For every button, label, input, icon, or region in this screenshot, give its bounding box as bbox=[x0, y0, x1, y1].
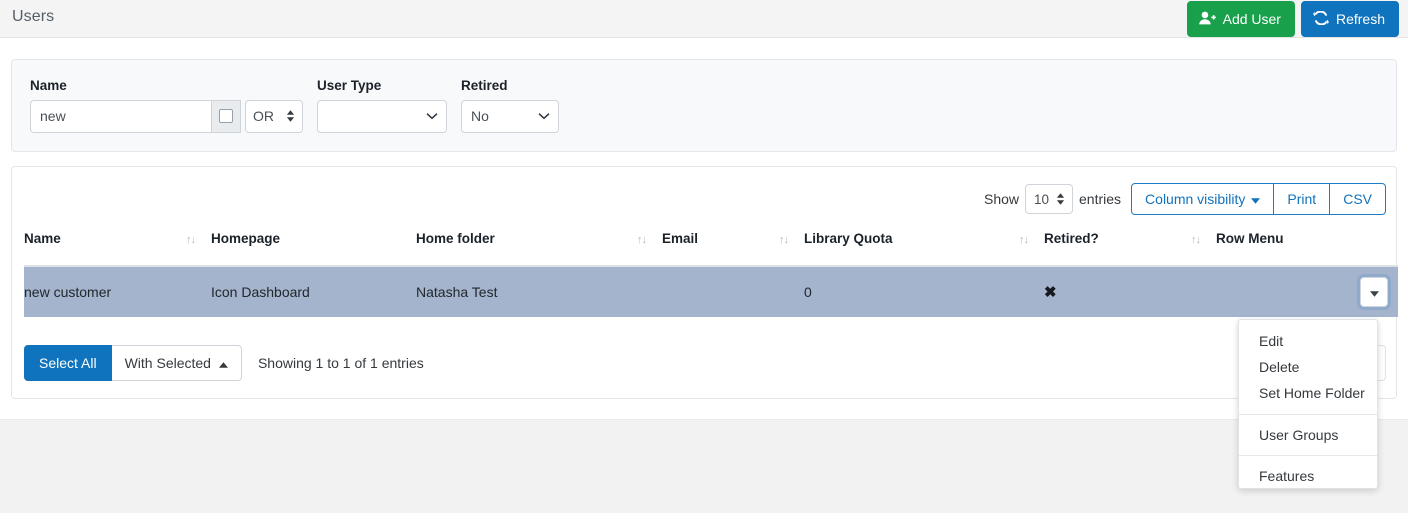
menu-item-set-home-folder[interactable]: Set Home Folder bbox=[1239, 380, 1377, 406]
menu-item-edit[interactable]: Edit bbox=[1239, 328, 1377, 354]
cell-homepage: Icon Dashboard bbox=[211, 284, 310, 300]
column-visibility-label: Column visibility bbox=[1145, 191, 1246, 207]
column-header-email[interactable]: Email ↑↓ bbox=[662, 231, 804, 267]
caret-down-icon bbox=[1369, 284, 1379, 300]
stepper-icon bbox=[1056, 193, 1065, 205]
user-type-filter-label: User Type bbox=[317, 78, 382, 93]
showing-entries-info: Showing 1 to 1 of 1 entries bbox=[257, 355, 424, 371]
cell-name: new customer bbox=[24, 284, 112, 300]
menu-group-features: Features bbox=[1239, 464, 1377, 488]
menu-group-user-groups: User Groups bbox=[1239, 423, 1377, 447]
with-selected-label: With Selected bbox=[124, 355, 211, 371]
table-header-row: Name ↑↓ Homepage Home folder ↑↓ Email ↑↓… bbox=[24, 231, 1398, 267]
cell-row-menu bbox=[1216, 266, 1398, 317]
name-operator-select[interactable]: OR bbox=[245, 99, 303, 133]
chevron-down-icon bbox=[538, 112, 550, 120]
filter-field-retired: Retired No bbox=[461, 79, 559, 133]
page-header: Users Add User Refresh bbox=[0, 0, 1408, 38]
page-title: Users bbox=[12, 8, 55, 25]
add-user-button[interactable]: Add User bbox=[1186, 1, 1295, 37]
caret-down-icon bbox=[1251, 191, 1261, 207]
column-label: Email bbox=[662, 231, 699, 246]
select-all-button[interactable]: Select All bbox=[24, 345, 112, 381]
cross-icon: ✖ bbox=[1044, 284, 1057, 301]
name-filter-checkbox[interactable] bbox=[219, 109, 233, 123]
cell-retired: ✖ bbox=[1044, 266, 1216, 317]
name-input-group: OR bbox=[30, 99, 303, 133]
filter-row: Name OR User Type bbox=[30, 79, 559, 133]
refresh-button[interactable]: Refresh bbox=[1300, 1, 1399, 37]
print-button[interactable]: Print bbox=[1274, 183, 1331, 215]
users-table: Name ↑↓ Homepage Home folder ↑↓ Email ↑↓… bbox=[24, 231, 1398, 317]
column-header-library-quota[interactable]: Library Quota ↑↓ bbox=[804, 231, 1044, 267]
chevron-down-icon bbox=[426, 112, 438, 120]
name-filter-label: Name bbox=[30, 78, 67, 93]
retired-value: No bbox=[471, 108, 489, 124]
retired-filter-label: Retired bbox=[461, 78, 508, 93]
table-head: Name ↑↓ Homepage Home folder ↑↓ Email ↑↓… bbox=[24, 231, 1398, 267]
table-row[interactable]: new customer Icon Dashboard Natasha Test… bbox=[24, 266, 1398, 317]
menu-divider bbox=[1239, 455, 1377, 456]
show-label: Show bbox=[983, 191, 1020, 207]
column-label: Row Menu bbox=[1216, 231, 1284, 246]
filter-field-name: Name OR bbox=[30, 79, 303, 133]
table-body: new customer Icon Dashboard Natasha Test… bbox=[24, 266, 1398, 317]
cell-library-quota: 0 bbox=[804, 284, 812, 300]
column-label: Library Quota bbox=[804, 231, 893, 246]
users-table-panel: Show 10 entries Column visibility Print … bbox=[11, 166, 1398, 399]
column-visibility-button[interactable]: Column visibility bbox=[1131, 183, 1275, 215]
column-header-name[interactable]: Name ↑↓ bbox=[24, 231, 211, 267]
cell-email bbox=[662, 266, 804, 317]
sort-icon[interactable]: ↑↓ bbox=[1191, 235, 1201, 246]
filter-field-user-type: User Type bbox=[317, 79, 447, 133]
column-header-row-menu: Row Menu bbox=[1216, 231, 1398, 267]
with-selected-button[interactable]: With Selected bbox=[111, 345, 242, 381]
menu-divider bbox=[1239, 414, 1377, 415]
row-menu-dropdown: Edit Delete Set Home Folder User Groups … bbox=[1238, 319, 1378, 489]
sort-icon[interactable]: ↑↓ bbox=[779, 235, 789, 246]
column-label: Homepage bbox=[211, 231, 281, 246]
retired-select[interactable]: No bbox=[461, 99, 559, 133]
select-all-label: Select All bbox=[39, 355, 97, 371]
column-header-retired[interactable]: Retired? ↑↓ bbox=[1044, 231, 1216, 267]
table-bottom-controls: Select All With Selected Showing 1 to 1 … bbox=[24, 345, 424, 381]
menu-item-delete[interactable]: Delete bbox=[1239, 354, 1377, 380]
csv-button[interactable]: CSV bbox=[1330, 183, 1386, 215]
column-label: Retired? bbox=[1044, 231, 1099, 246]
page-length-select[interactable]: 10 bbox=[1025, 184, 1074, 214]
column-label: Name bbox=[24, 231, 61, 246]
name-filter-checkbox-addon bbox=[212, 99, 241, 133]
stepper-icon bbox=[286, 110, 295, 122]
sync-icon bbox=[1313, 10, 1329, 27]
refresh-label: Refresh bbox=[1335, 11, 1385, 27]
column-header-homepage[interactable]: Homepage bbox=[211, 231, 416, 267]
sort-icon[interactable]: ↑↓ bbox=[186, 235, 196, 246]
caret-up-icon bbox=[218, 355, 228, 371]
column-label: Home folder bbox=[416, 231, 495, 246]
column-header-home-folder[interactable]: Home folder ↑↓ bbox=[416, 231, 662, 267]
menu-item-user-groups[interactable]: User Groups bbox=[1239, 423, 1377, 447]
name-operator-value: OR bbox=[253, 108, 274, 124]
sort-icon[interactable]: ↑↓ bbox=[1019, 235, 1029, 246]
header-actions: Add User Refresh bbox=[1186, 1, 1399, 37]
user-plus-icon bbox=[1198, 11, 1216, 27]
filter-panel: Name OR User Type bbox=[11, 59, 1397, 152]
add-user-label: Add User bbox=[1222, 11, 1281, 27]
page-length-value: 10 bbox=[1034, 191, 1050, 207]
user-type-select[interactable] bbox=[317, 99, 447, 133]
menu-item-features[interactable]: Features bbox=[1239, 464, 1377, 488]
sort-icon[interactable]: ↑↓ bbox=[637, 235, 647, 246]
row-menu-button[interactable] bbox=[1360, 277, 1388, 307]
export-button-group: Column visibility Print CSV bbox=[1131, 183, 1386, 215]
cell-home-folder: Natasha Test bbox=[416, 284, 498, 300]
csv-label: CSV bbox=[1343, 191, 1372, 207]
name-search-input[interactable] bbox=[30, 99, 212, 133]
print-label: Print bbox=[1287, 191, 1317, 207]
table-toolbar: Show 10 entries Column visibility Print … bbox=[984, 183, 1386, 215]
entries-label: entries bbox=[1079, 191, 1122, 207]
footer-band bbox=[0, 419, 1408, 513]
